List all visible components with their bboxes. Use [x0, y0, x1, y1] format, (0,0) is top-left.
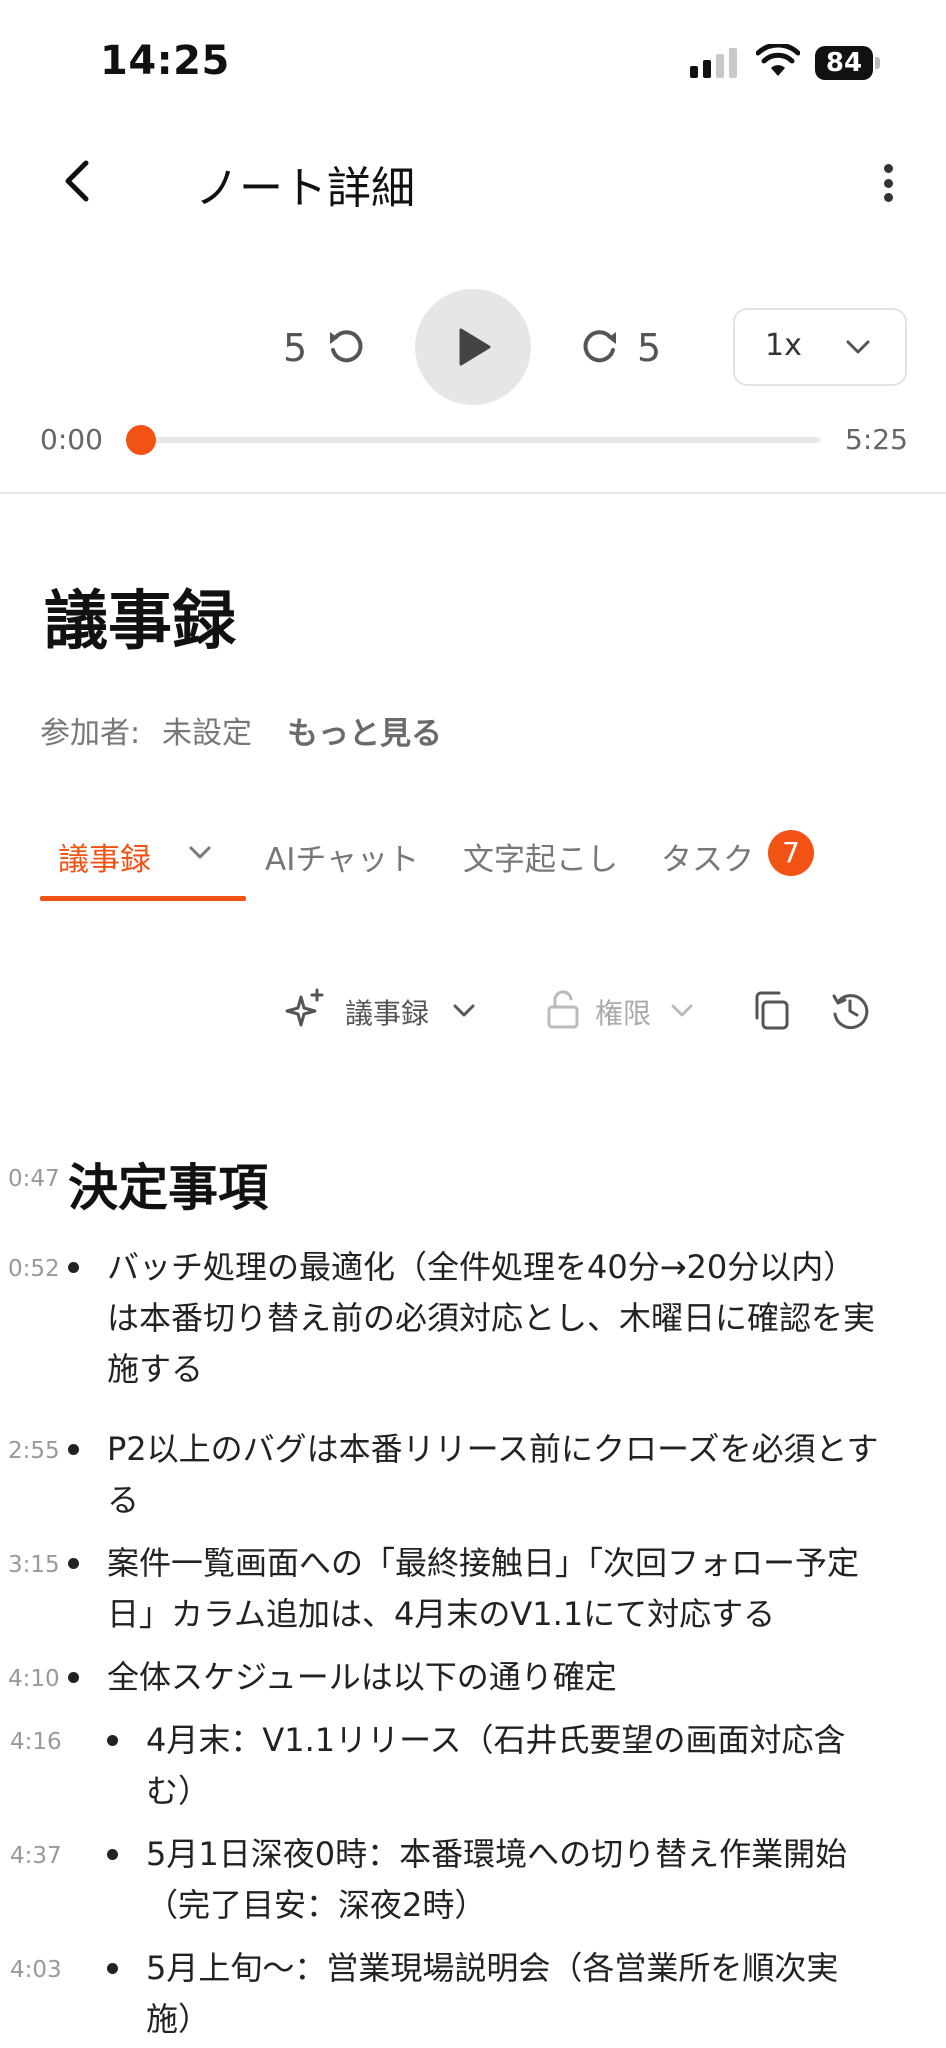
- bullet-dot: [107, 1849, 118, 1860]
- total-time: 5:25: [845, 423, 908, 456]
- playback-speed-select[interactable]: 1x: [733, 308, 907, 386]
- lock-icon[interactable]: [546, 990, 580, 1030]
- see-more-link[interactable]: もっと見る: [287, 708, 442, 753]
- forward-icon[interactable]: [580, 326, 620, 366]
- battery-level: 84: [815, 46, 873, 80]
- item-timestamp[interactable]: 4:10: [8, 1666, 60, 1692]
- chevron-down-icon[interactable]: [450, 996, 478, 1024]
- status-time: 14:25: [100, 38, 230, 84]
- tab-ai-chat[interactable]: AIチャット: [265, 834, 419, 879]
- item-timestamp[interactable]: 3:15: [8, 1552, 60, 1578]
- item-timestamp[interactable]: 0:52: [8, 1256, 60, 1282]
- tab-minutes[interactable]: 議事録: [58, 834, 151, 879]
- bullet-dot: [68, 1262, 79, 1273]
- cellular-signal-icon: [690, 48, 737, 78]
- seek-thumb[interactable]: [126, 425, 156, 455]
- playback-speed-value: 1x: [765, 328, 802, 363]
- more-options-button[interactable]: [870, 160, 906, 206]
- forward-seconds: 5: [637, 326, 662, 370]
- back-button[interactable]: [56, 155, 100, 207]
- bullet-dot: [68, 1558, 79, 1569]
- copy-icon[interactable]: [752, 990, 790, 1030]
- rewind-icon[interactable]: [326, 326, 366, 366]
- bullet-dot: [68, 1672, 79, 1683]
- current-time: 0:00: [40, 423, 103, 456]
- page-title: ノート詳細: [195, 163, 415, 214]
- item-timestamp[interactable]: 4:03: [10, 1957, 62, 1983]
- item-timestamp[interactable]: 4:16: [10, 1729, 62, 1755]
- template-select-label[interactable]: 議事録: [345, 992, 429, 1032]
- chevron-down-icon[interactable]: [186, 838, 214, 866]
- seek-bar[interactable]: [140, 437, 820, 443]
- wifi-icon: [756, 44, 800, 76]
- bullet-dot: [107, 1735, 118, 1746]
- history-icon[interactable]: [830, 990, 870, 1030]
- item-text: 5月上旬〜：営業現場説明会（各営業所を順次実施）: [146, 1949, 839, 2038]
- item-text: 5月1日深夜0時：本番環境への切り替え作業開始（完了目安：深夜2時）: [146, 1835, 848, 1924]
- section-timestamp[interactable]: 0:47: [8, 1166, 60, 1192]
- section-heading: 決定事項: [68, 1159, 268, 1217]
- tab-tasks[interactable]: タスク: [661, 834, 754, 879]
- bullet-dot: [107, 1963, 118, 1974]
- chevron-down-icon[interactable]: [668, 996, 696, 1024]
- permission-select-label[interactable]: 権限: [595, 992, 651, 1032]
- item-text: 全体スケジュールは以下の通り確定: [107, 1658, 617, 1696]
- battery-icon: 84: [815, 46, 880, 80]
- item-text: バッチ処理の最適化（全件処理を40分→20分以内）は本番切り替え前の必須対応とし…: [107, 1248, 876, 1388]
- play-icon: [459, 328, 491, 366]
- play-button[interactable]: [415, 289, 531, 405]
- tab-transcription[interactable]: 文字起こし: [463, 834, 618, 879]
- item-text: P2以上のバグは本番リリース前にクローズを必須とする: [107, 1430, 879, 1519]
- divider: [0, 492, 946, 494]
- active-tab-indicator: [40, 896, 246, 901]
- rewind-seconds: 5: [283, 326, 308, 370]
- bullet-dot: [68, 1444, 79, 1455]
- item-text: 案件一覧画面への「最終接触日」「次回フォロー予定日」カラム追加は、4月末のV1.…: [107, 1544, 860, 1633]
- tasks-count-badge: 7: [768, 830, 814, 876]
- item-timestamp[interactable]: 2:55: [8, 1438, 60, 1464]
- note-title: 議事録: [44, 585, 236, 659]
- sparkle-icon[interactable]: [285, 987, 325, 1029]
- participants-value: 未設定: [162, 716, 252, 751]
- participants-label: 参加者:: [40, 716, 141, 751]
- item-timestamp[interactable]: 4:37: [10, 1843, 62, 1869]
- item-text: 4月末：V1.1リリース（石井氏要望の画面対応含む）: [146, 1721, 846, 1810]
- chevron-down-icon: [846, 340, 870, 354]
